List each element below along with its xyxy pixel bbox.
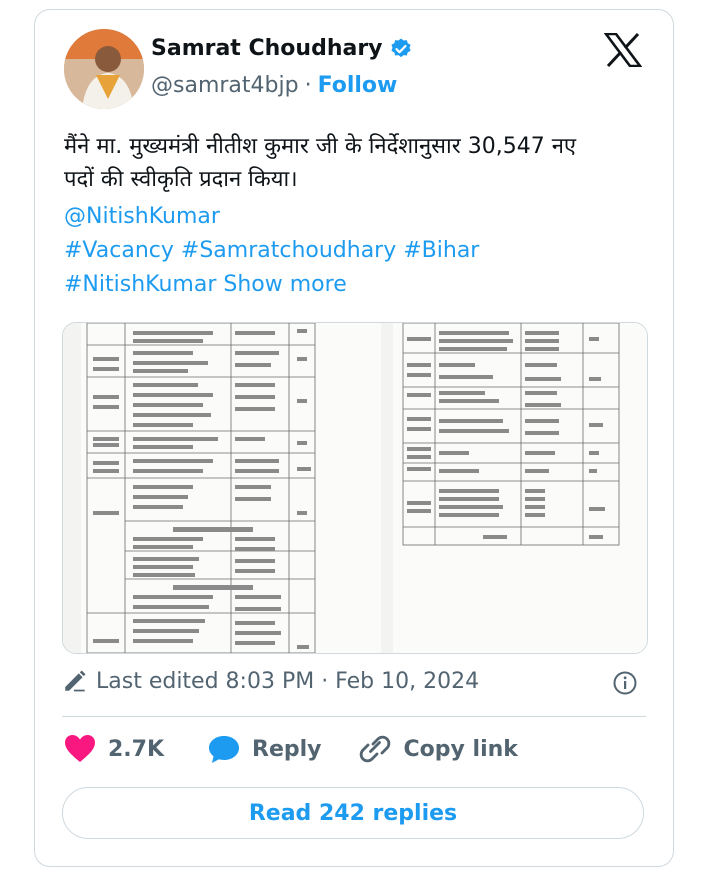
copy-link-label: Copy link [403, 736, 518, 762]
author-handle[interactable]: @samrat4bjp [151, 73, 299, 98]
tweet-text: मैंने मा. मुख्यमंत्री नीतीश कुमार जी के … [64, 130, 644, 196]
document-scan-image [63, 323, 647, 653]
x-logo-icon[interactable] [604, 33, 642, 67]
reply-bubble-icon [209, 736, 240, 763]
like-count: 2.7K [108, 736, 165, 762]
avatar[interactable] [64, 29, 144, 109]
reply-button[interactable]: Reply [208, 734, 322, 764]
author-name-row[interactable]: Samrat Choudhary [151, 36, 413, 61]
divider [62, 716, 646, 717]
read-replies-label: Read 242 replies [248, 800, 458, 826]
info-icon[interactable] [612, 670, 638, 696]
like-button[interactable]: 2.7K [64, 734, 164, 764]
hashtag-links[interactable]: #Vacancy #Samratchoudhary #Bihar [64, 238, 479, 263]
show-more-link[interactable]: Show more [223, 272, 346, 297]
read-replies-button[interactable]: Read 242 replies [62, 787, 644, 839]
reply-label: Reply [252, 736, 322, 762]
mention-link[interactable]: @NitishKumar [64, 204, 220, 229]
pencil-icon [65, 670, 86, 692]
hashtag-link-nitishkumar[interactable]: #NitishKumar [64, 272, 216, 297]
edited-text[interactable]: Last edited 8:03 PM · Feb 10, 2024 [96, 669, 479, 694]
verified-badge-icon [390, 38, 411, 57]
follow-button[interactable]: Follow [318, 73, 398, 98]
media-image[interactable] [62, 322, 648, 654]
separator-dot: · [304, 73, 312, 98]
tweet-links: @NitishKumar #Vacancy #Samratchoudhary #… [64, 200, 479, 302]
link-icon [359, 735, 390, 763]
action-bar: 2.7K Reply Copy link [62, 734, 518, 764]
edited-meta[interactable]: Last edited 8:03 PM · Feb 10, 2024 [62, 668, 646, 694]
handle-row: @samrat4bjp · Follow [151, 73, 397, 98]
author-name[interactable]: Samrat Choudhary [151, 36, 383, 61]
heart-icon [65, 735, 95, 762]
tweet-text-line-1: मैंने मा. मुख्यमंत्री नीतीश कुमार जी के … [64, 134, 577, 159]
copy-link-button[interactable]: Copy link [358, 734, 518, 764]
tweet-text-line-2: पदों की स्वीकृति प्रदान किया। [64, 167, 298, 192]
